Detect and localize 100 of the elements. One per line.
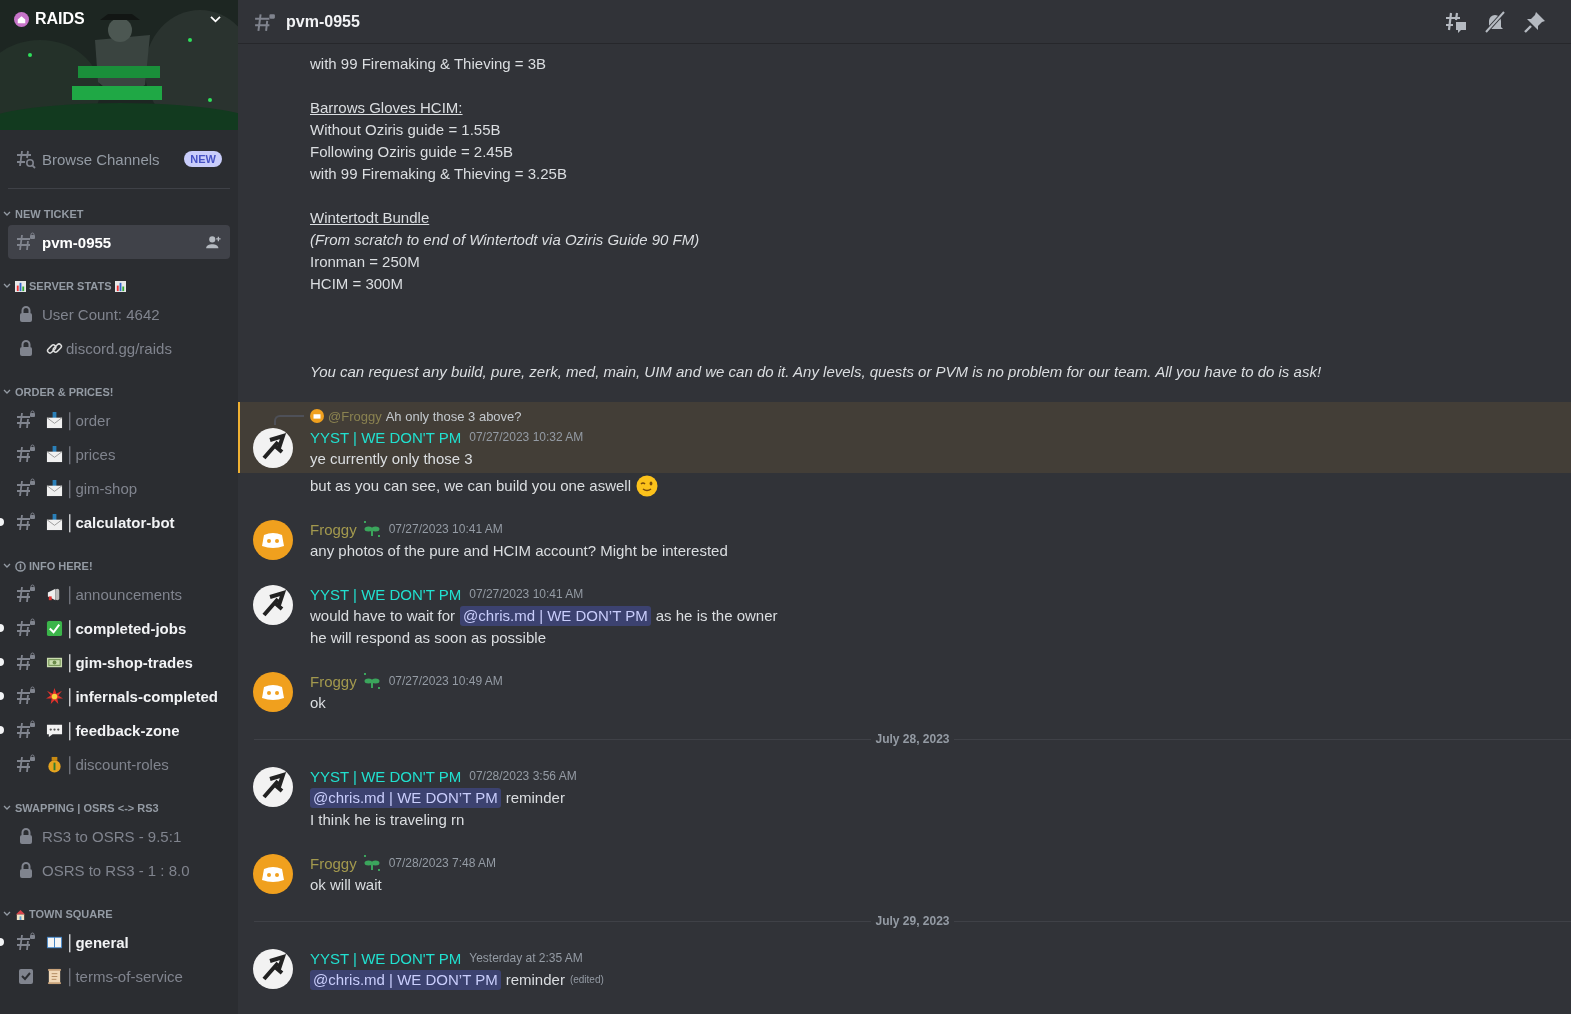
new-badge: NEW — [184, 151, 222, 167]
channel-item[interactable]: │calculator-bot — [8, 505, 230, 539]
channel-item[interactable]: │order — [8, 403, 230, 437]
channel-item[interactable]: │infernals-completed — [8, 679, 230, 713]
locked-hash-icon — [16, 444, 36, 464]
timestamp: 07/28/2023 7:48 AM — [388, 856, 497, 870]
envelope-icon — [46, 445, 63, 463]
message-text: Without Oziris guide = 1.55B — [310, 120, 501, 140]
browse-channels-item[interactable]: Browse Channels NEW — [8, 142, 230, 176]
section-heading: Barrows Gloves HCIM: — [310, 98, 463, 118]
message-text: with 99 Firemaking & Thieving = 3B — [310, 54, 547, 74]
sprout-icon — [362, 672, 381, 690]
channel-item[interactable]: │prices — [8, 437, 230, 471]
category-label[interactable]: SERVER STATS — [29, 280, 112, 292]
message-text: ye currently only those 3 — [310, 449, 473, 469]
category-label[interactable]: NEW TICKET — [15, 208, 84, 220]
timestamp: 07/27/2023 10:41 AM — [388, 522, 503, 536]
locked-hash-icon — [16, 932, 36, 952]
channel-item[interactable]: OSRS to RS3 - 1 : 8.0 — [8, 853, 230, 887]
timestamp: 07/27/2023 10:32 AM — [469, 430, 584, 444]
browse-channels-icon — [16, 149, 36, 169]
avatar[interactable] — [253, 854, 293, 894]
author-name[interactable]: YYST | WE DON'T PM — [310, 767, 462, 785]
rules-check-icon — [16, 966, 36, 986]
date-divider: July 29, 2023 — [874, 914, 951, 928]
channel-item[interactable]: │terms-of-service — [8, 959, 230, 993]
locked-hash-icon — [16, 232, 36, 252]
bar-chart-icon — [114, 280, 126, 292]
avatar[interactable] — [253, 767, 293, 807]
message-text: (From scratch to end of Wintertodt via Oziris Guide 90 FM) — [310, 230, 700, 250]
check-mark-icon — [46, 619, 63, 637]
message-text: You can request any build, pure, zerk, med, main, UIM and we can do it. Any levels, quests or PVM is no problem for our team. All you have to do is ask! — [310, 362, 1322, 382]
timestamp: 07/27/2023 10:49 AM — [388, 674, 503, 688]
channel-item[interactable]: │general — [8, 925, 230, 959]
edited-label: (edited) — [569, 973, 604, 987]
author-name[interactable]: Froggy — [310, 854, 357, 872]
house-icon — [15, 908, 26, 920]
winking-face-icon — [636, 475, 659, 497]
locked-hash-icon — [16, 478, 36, 498]
channel-item[interactable]: │gim-shop — [8, 471, 230, 505]
reply-connector — [274, 415, 304, 425]
channel-item[interactable]: RS3 to OSRS - 9.5:1 — [8, 819, 230, 853]
avatar[interactable] — [253, 672, 293, 712]
message-text: reminder — [505, 970, 565, 990]
channel-item[interactable]: │feedback-zone — [8, 713, 230, 747]
locked-hash-icon — [16, 410, 36, 430]
user-mention[interactable]: @chris.md | WE DON’T PM — [310, 970, 501, 990]
server-name[interactable]: RAIDS — [35, 10, 203, 28]
timestamp: Yesterday at 2:35 AM — [469, 951, 583, 965]
category-label[interactable]: SWAPPING | OSRS <-> RS3 — [15, 802, 159, 814]
money-bag-icon — [46, 755, 63, 773]
category-label[interactable]: TOWN SQUARE — [29, 908, 113, 920]
author-name[interactable]: Froggy — [310, 672, 357, 690]
category-label[interactable]: INFO HERE! — [29, 560, 93, 572]
avatar[interactable] — [253, 585, 293, 625]
author-name[interactable]: YYST | WE DON'T PM — [310, 949, 462, 967]
channel-title: pvm-0955 — [286, 12, 361, 31]
channel-item[interactable]: │discount-roles — [8, 747, 230, 781]
message-text: reminder — [505, 788, 565, 808]
channel-item[interactable]: discord.gg/raids — [8, 331, 230, 365]
user-mention[interactable]: @chris.md | WE DON’T PM — [310, 788, 501, 808]
user-mention[interactable]: @chris.md | WE DON’T PM — [460, 606, 651, 626]
locked-hash-icon — [16, 686, 36, 706]
category-label[interactable]: ORDER & PRICES! — [15, 386, 114, 398]
message-text: any photos of the pure and HCIM account? Might be interested — [310, 541, 728, 561]
author-name[interactable]: YYST | WE DON'T PM — [310, 585, 462, 603]
locked-hash-icon — [16, 584, 36, 604]
envelope-icon — [46, 479, 63, 497]
timestamp: 07/27/2023 10:41 AM — [469, 587, 584, 601]
sprout-icon — [362, 520, 381, 538]
bar-chart-icon — [15, 280, 26, 292]
locked-hash-icon — [16, 618, 36, 638]
channel-item[interactable]: │announcements — [8, 577, 230, 611]
message-text: but as you can see, we can build you one aswell — [310, 476, 632, 496]
author-name[interactable]: Froggy — [310, 520, 357, 538]
pin-icon[interactable] — [1523, 9, 1547, 34]
reply-preview[interactable]: Ah only those 3 above? — [385, 408, 522, 424]
channel-item[interactable]: │gim-shop-trades — [8, 645, 230, 679]
date-divider: July 28, 2023 — [874, 732, 951, 746]
channel-item[interactable]: User Count: 4642 — [8, 297, 230, 331]
reply-author[interactable]: @Froggy — [328, 408, 382, 424]
locked-hash-icon — [16, 754, 36, 774]
message-text: I think he is traveling rn — [310, 810, 465, 830]
message-text: Following Oziris guide = 2.45B — [310, 142, 514, 162]
avatar[interactable] — [253, 520, 293, 560]
envelope-icon — [46, 513, 63, 531]
message-text: he will respond as soon as possible — [310, 628, 546, 648]
info-icon — [15, 560, 26, 572]
add-member-icon[interactable] — [206, 235, 222, 249]
locked-hash-icon — [16, 512, 36, 532]
channel-item[interactable]: pvm-0955 — [8, 225, 230, 259]
message-text: ok will wait — [310, 875, 382, 895]
avatar[interactable] — [253, 428, 293, 468]
author-name[interactable]: YYST | WE DON'T PM — [310, 428, 462, 446]
avatar[interactable] — [253, 949, 293, 989]
sprout-icon — [362, 854, 381, 872]
channel-item[interactable]: │completed-jobs — [8, 611, 230, 645]
message-text: Ironman = 250M — [310, 252, 420, 272]
muted-bell-icon[interactable] — [1483, 9, 1507, 34]
message-text: with 99 Firemaking & Thieving = 3.25B — [310, 164, 567, 184]
